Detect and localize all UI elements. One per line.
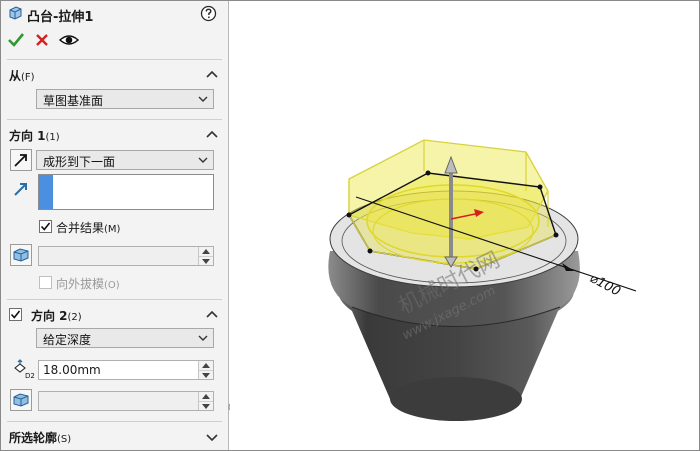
section-direction1-label: 方向 1 [9,129,46,143]
direction1-end-condition-value: 成形到下一面 [43,155,116,169]
checkmark-icon [10,310,21,319]
spin-up-icon [202,394,210,399]
depth-input[interactable]: 18.00mm [38,360,214,380]
reverse-direction-button[interactable] [10,149,32,171]
spin-up-icon [202,363,210,368]
spin-down-icon [202,372,210,378]
direction-selection-box[interactable] [38,174,214,210]
separator [7,59,222,60]
close-icon[interactable] [34,32,50,48]
direction2-end-condition-select[interactable]: 给定深度 [36,328,214,348]
section-selected-contours-label: 所选轮廓 [9,431,58,445]
checkmark-icon [40,222,51,231]
separator [7,299,222,300]
section-direction2-label: 方向 2 [31,309,68,323]
chevron-down-icon [198,335,208,341]
property-manager: 凸台-拉伸1 从(F) 草图基准面 方向 1(1) 成形到下一面 合并结果(M)… [1,1,229,450]
section-selected-contours-title[interactable]: 所选轮廓(S) [9,429,71,446]
eye-icon[interactable] [59,32,79,48]
from-condition-select[interactable]: 草图基准面 [36,89,214,109]
section-from-label: 从 [9,69,22,83]
spin-down-icon [202,403,210,409]
draft-outward-checkbox[interactable] [39,276,52,289]
question-circle-icon[interactable] [200,5,217,22]
section-direction1-title[interactable]: 方向 1(1) [9,127,60,144]
spin-up-icon [202,249,210,254]
depth-value: 18.00mm [43,363,101,377]
draft-outward-hotkey: (O) [104,280,120,291]
section-from-hotkey: (F) [21,72,35,83]
reverse-arrow-icon [14,154,27,167]
depth-spinner[interactable] [198,361,213,379]
feature-title: 凸台-拉伸1 [27,10,94,25]
section-direction2-title[interactable]: 方向 2(2) [31,307,82,324]
chevron-down-icon [198,96,208,102]
extrude-boss-icon [9,6,22,20]
draft-toggle-button-2[interactable] [10,389,32,411]
direction-vector-icon [14,183,27,196]
draft-angle-input[interactable] [38,246,214,266]
draft-angle-spinner-2[interactable] [198,392,213,410]
selection-focus-bar [39,175,53,209]
checkmark-icon[interactable] [7,31,25,49]
section-direction2-hotkey: (2) [67,312,82,323]
direction2-checkbox[interactable] [9,308,22,321]
draft-outward-label: 向外拔模(O) [56,275,120,292]
chevron-up-icon[interactable] [206,68,218,80]
section-selected-contours-hotkey: (S) [57,434,72,445]
direction2-end-condition-value: 给定深度 [43,333,92,347]
draft-angle-spinner[interactable] [198,247,213,265]
draft-outward-text: 向外拔模 [56,277,105,291]
section-from-title[interactable]: 从(F) [9,67,35,84]
merge-result-checkbox[interactable] [39,220,52,233]
graphics-viewport[interactable]: 机械时代网 www.jxage.com ⌀100 [230,1,699,450]
direction1-end-condition-select[interactable]: 成形到下一面 [36,150,214,170]
chevron-down-icon[interactable] [206,431,218,443]
draft-icon [13,393,29,407]
separator [7,119,222,120]
spin-down-icon [202,258,210,264]
depth-icon: D2 [14,359,35,380]
svg-text:D2: D2 [25,372,35,380]
section-direction1-hotkey: (1) [45,132,60,143]
draft-icon [13,248,29,262]
merge-result-hotkey: (M) [104,224,121,235]
draft-toggle-button[interactable] [10,244,32,266]
chevron-up-icon[interactable] [206,128,218,140]
merge-result-text: 合并结果 [56,221,105,235]
draft-angle-input-2[interactable] [38,391,214,411]
chevron-down-icon [198,157,208,163]
model-view [328,139,637,421]
separator [7,421,222,422]
merge-result-label: 合并结果(M) [56,219,120,236]
chevron-up-icon[interactable] [206,308,218,320]
from-condition-value: 草图基准面 [43,94,104,108]
